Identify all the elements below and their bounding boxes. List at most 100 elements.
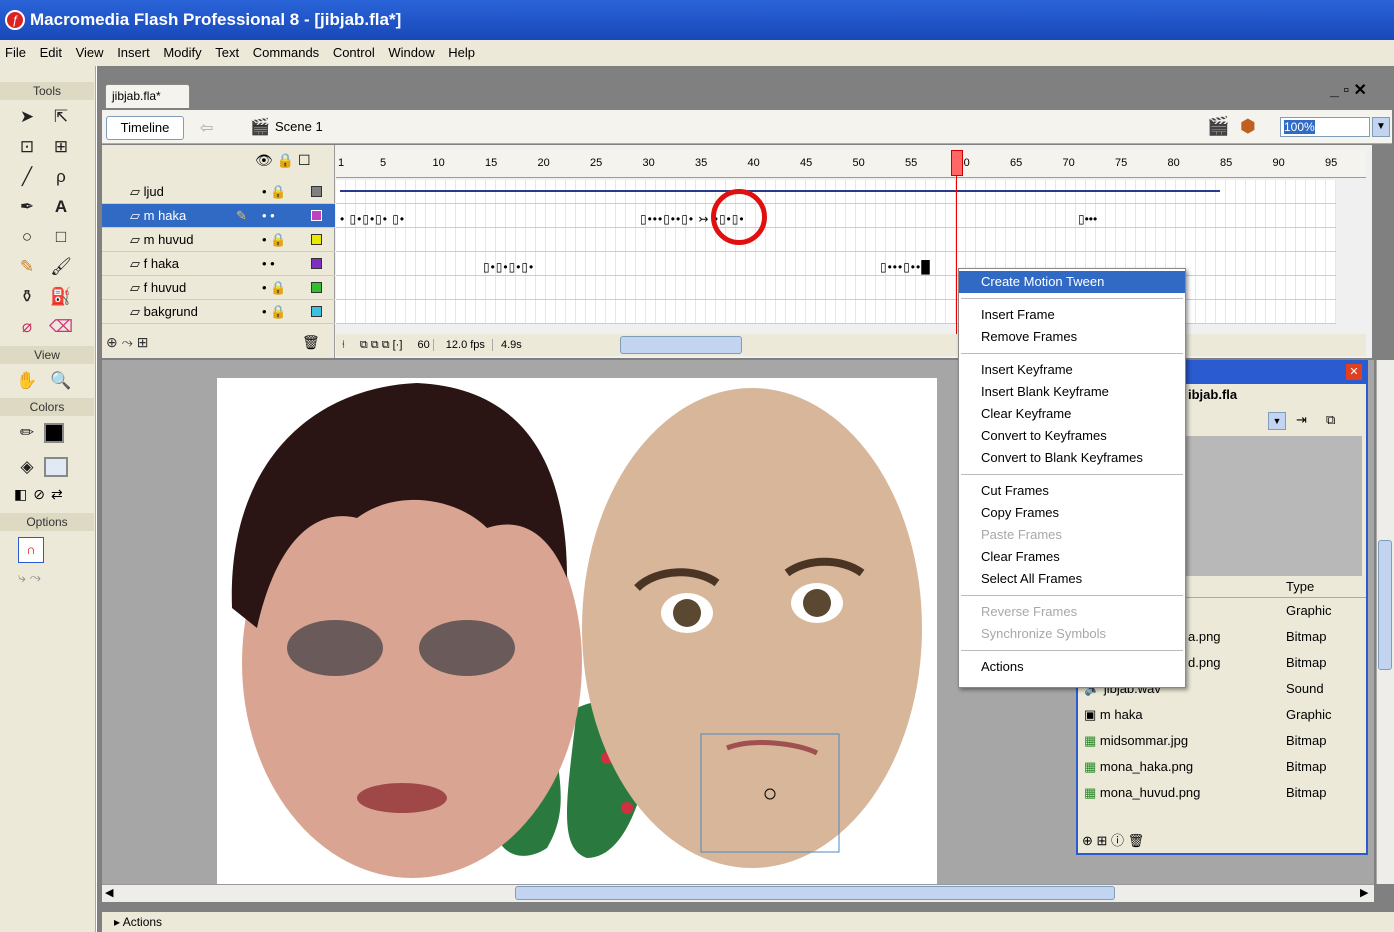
edit-scene-icon[interactable]: 🎬 — [1207, 116, 1229, 137]
library-item[interactable]: ▦ mona_huvud.png Bitmap — [1078, 780, 1366, 806]
layer-color-swatch[interactable] — [311, 258, 322, 269]
menu-file[interactable]: File — [0, 45, 31, 60]
layer-color-swatch[interactable] — [311, 210, 322, 221]
onion-skin-icons[interactable]: ⧉ ⧉ ⧉ [·] — [348, 339, 403, 351]
document-window-controls[interactable]: _ ▫ ✕ — [1330, 80, 1367, 100]
layer-color-swatch[interactable] — [311, 306, 322, 317]
smooth-straighten-icons[interactable]: ⤷ ⤳ — [18, 569, 77, 586]
layer-lock-icon[interactable]: • 🔒 — [262, 300, 286, 324]
center-frame-icon[interactable]: ⍿ — [336, 339, 345, 351]
eraser-icon[interactable]: ⌫ — [48, 314, 74, 340]
menu-modify[interactable]: Modify — [158, 45, 206, 60]
layer-row-m-haka[interactable]: ▱ m haka ✎ • • — [102, 204, 335, 228]
menu-actions[interactable]: Actions — [959, 656, 1185, 678]
frames-row[interactable] — [336, 300, 1336, 324]
stroke-color-swatch[interactable] — [44, 423, 64, 443]
scroll-left-arrow-icon[interactable]: ◀ — [105, 886, 113, 899]
menu-create-motion-tween[interactable]: Create Motion Tween — [959, 271, 1185, 293]
layer-visibility-dots[interactable]: • • — [262, 204, 275, 228]
menu-copy-frames[interactable]: Copy Frames — [959, 502, 1185, 524]
zoom-dropdown-arrow[interactable]: ▼ — [1372, 117, 1390, 137]
menu-help[interactable]: Help — [443, 45, 480, 60]
layer-color-swatch[interactable] — [311, 234, 322, 245]
pencil-tool-icon[interactable]: ✎ — [14, 254, 40, 280]
menu-select-all-frames[interactable]: Select All Frames — [959, 568, 1185, 590]
menu-edit[interactable]: Edit — [35, 45, 67, 60]
snap-magnet-icon[interactable]: ∩ — [18, 537, 44, 563]
brush-tool-icon[interactable]: 🖌 — [48, 254, 74, 280]
layer-row-bakgrund[interactable]: ▱ bakgrund • 🔒 — [102, 300, 335, 324]
menu-insert-blank-keyframe[interactable]: Insert Blank Keyframe — [959, 381, 1185, 403]
new-library-panel-icon[interactable]: ⧉ — [1326, 412, 1335, 428]
layer-color-swatch[interactable] — [311, 186, 322, 197]
paint-bucket-icon[interactable]: ⛽ — [48, 284, 74, 310]
timeline-hscroll-thumb[interactable] — [620, 336, 742, 354]
close-icon[interactable]: ✕ — [1346, 364, 1362, 380]
menu-insert[interactable]: Insert — [112, 45, 155, 60]
stage-hscroll-thumb[interactable] — [515, 886, 1115, 900]
delete-layer-icon[interactable]: 🗑 — [302, 334, 320, 351]
layer-row-ljud[interactable]: ▱ ljud • 🔒 — [102, 180, 335, 204]
type-header[interactable]: Type — [1286, 576, 1314, 598]
black-white-icon[interactable]: ◧ — [14, 486, 27, 503]
swap-colors-icon[interactable]: ⇄ — [51, 486, 63, 503]
actions-panel-bar[interactable]: ▸ Actions — [102, 912, 1394, 932]
library-footer-icons[interactable]: ⊕ ⊞ ⓘ 🗑 — [1082, 830, 1144, 849]
layer-lock-icon[interactable]: • 🔒 — [262, 276, 286, 300]
chevron-down-icon[interactable]: ▼ — [1268, 412, 1286, 430]
frames-row[interactable] — [336, 276, 1336, 300]
layer-lock-icon[interactable]: • 🔒 — [262, 180, 286, 204]
hand-tool-icon[interactable]: ✋ — [14, 368, 40, 394]
layer-row-m-huvud[interactable]: ▱ m huvud • 🔒 — [102, 228, 335, 252]
menu-commands[interactable]: Commands — [248, 45, 324, 60]
scroll-right-arrow-icon[interactable]: ▶ — [1360, 886, 1368, 899]
menu-window[interactable]: Window — [383, 45, 439, 60]
layer-row-f-huvud[interactable]: ▱ f huvud • 🔒 — [102, 276, 335, 300]
timeline-toggle-button[interactable]: Timeline — [106, 116, 184, 140]
layer-lock-icon[interactable]: • 🔒 — [262, 228, 286, 252]
text-tool-icon[interactable]: A — [48, 194, 74, 220]
rectangle-tool-icon[interactable]: □ — [48, 224, 74, 250]
eyedropper-icon[interactable]: ⌀ — [14, 314, 40, 340]
layer-add-buttons[interactable]: ⊕ ⤳ ⊞ — [106, 334, 148, 351]
gradient-transform-icon[interactable]: ⊞ — [48, 134, 74, 160]
menu-insert-frame[interactable]: Insert Frame — [959, 304, 1185, 326]
menu-cut-frames[interactable]: Cut Frames — [959, 480, 1185, 502]
layer-row-f-haka[interactable]: ▱ f haka • • — [102, 252, 335, 276]
stroke-color-icon[interactable]: ✏ — [14, 420, 40, 446]
arrow-tool-icon[interactable]: ➤ — [14, 104, 40, 130]
edit-symbol-icon[interactable]: ⬢ — [1240, 116, 1256, 137]
menu-clear-frames[interactable]: Clear Frames — [959, 546, 1185, 568]
back-arrow-icon[interactable]: ⇦ — [200, 118, 213, 138]
lasso-tool-icon[interactable]: ρ — [48, 164, 74, 190]
menu-clear-keyframe[interactable]: Clear Keyframe — [959, 403, 1185, 425]
menu-insert-keyframe[interactable]: Insert Keyframe — [959, 359, 1185, 381]
fill-color-swatch[interactable] — [44, 457, 68, 477]
layer-color-swatch[interactable] — [311, 282, 322, 293]
menu-synchronize-symbols[interactable]: Synchronize Symbols — [959, 623, 1185, 645]
library-item[interactable]: ▦ midsommar.jpg Bitmap — [1078, 728, 1366, 754]
frames-row[interactable] — [336, 228, 1336, 252]
line-tool-icon[interactable]: ╱ — [14, 164, 40, 190]
frames-row[interactable] — [336, 180, 1336, 204]
zoom-tool-icon[interactable]: 🔍 — [48, 368, 74, 394]
layer-visibility-dots[interactable]: • • — [262, 252, 275, 276]
pen-tool-icon[interactable]: ✒ — [14, 194, 40, 220]
playhead[interactable] — [951, 150, 963, 176]
free-transform-icon[interactable]: ⊡ — [14, 134, 40, 160]
stage[interactable] — [217, 378, 937, 884]
stage-vscroll-thumb[interactable] — [1378, 540, 1392, 670]
layer-header-icons[interactable]: 👁 🔒 ☐ — [255, 152, 311, 169]
pin-icon[interactable]: ⇥ — [1296, 412, 1307, 428]
fill-color-icon[interactable]: ◈ — [14, 454, 40, 480]
ink-bottle-icon[interactable]: ⚱ — [14, 284, 40, 310]
library-item[interactable]: ▦ mona_haka.png Bitmap — [1078, 754, 1366, 780]
menu-convert-to-blank-keyframes[interactable]: Convert to Blank Keyframes — [959, 447, 1185, 469]
menu-text[interactable]: Text — [210, 45, 244, 60]
zoom-combobox[interactable]: 100% — [1280, 117, 1370, 137]
oval-tool-icon[interactable]: ○ — [14, 224, 40, 250]
menu-reverse-frames[interactable]: Reverse Frames — [959, 601, 1185, 623]
menu-remove-frames[interactable]: Remove Frames — [959, 326, 1185, 348]
menu-convert-to-keyframes[interactable]: Convert to Keyframes — [959, 425, 1185, 447]
library-item[interactable]: ▣ m haka Graphic — [1078, 702, 1366, 728]
